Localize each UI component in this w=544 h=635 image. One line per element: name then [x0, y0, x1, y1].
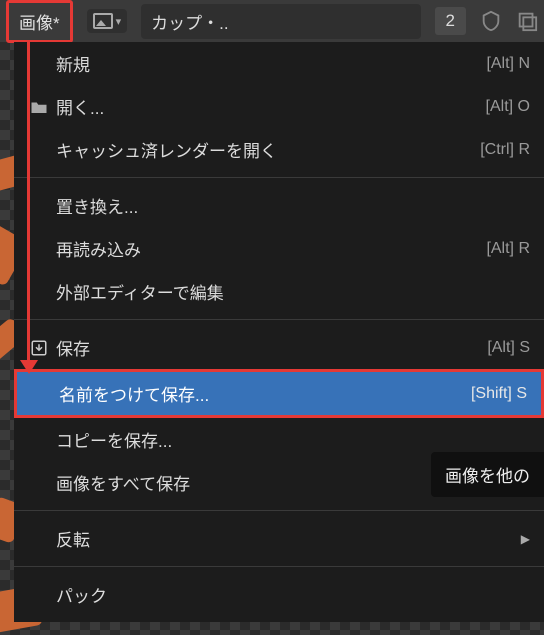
menu-separator	[14, 177, 544, 178]
menu-label: 外部エディターで編集	[54, 279, 530, 304]
user-count-badge: 2	[435, 7, 466, 35]
menu-label: コピーを保存...	[54, 427, 530, 452]
menu-label: 再読み込み	[54, 236, 486, 261]
menu-label: 新規	[54, 51, 486, 76]
menu-separator	[14, 566, 544, 567]
image-name-field[interactable]: カップ・..	[141, 4, 420, 39]
menu-item-replace[interactable]: 置き換え...	[14, 184, 544, 227]
tooltip: 画像を他の	[431, 452, 544, 497]
menu-item-edit-external[interactable]: 外部エディターで編集	[14, 270, 544, 313]
top-toolbar: 画像* ▾ カップ・.. 2	[0, 0, 544, 42]
menu-item-pack[interactable]: パック	[14, 573, 544, 616]
submenu-caret-icon: ▶	[521, 532, 530, 546]
menu-label: 保存	[54, 335, 487, 360]
menu-label: 反転	[54, 526, 511, 551]
image-menu-button[interactable]: 画像*	[6, 0, 73, 43]
menu-shortcut: [Alt] N	[486, 55, 530, 73]
menu-shortcut: [Alt] R	[486, 240, 530, 258]
menu-item-save-as[interactable]: 名前をつけて保存... [Shift] S	[17, 372, 541, 415]
shield-icon[interactable]	[480, 10, 502, 32]
image-icon	[93, 13, 113, 29]
menu-item-new[interactable]: 新規 [Alt] N	[14, 42, 544, 85]
menu-label: パック	[54, 582, 530, 607]
new-image-icon[interactable]	[516, 10, 538, 32]
menu-shortcut: [Alt] S	[487, 339, 530, 357]
menu-item-invert[interactable]: 反転 ▶	[14, 517, 544, 560]
menu-item-open[interactable]: 開く... [Alt] O	[14, 85, 544, 128]
image-type-dropdown[interactable]: ▾	[87, 9, 128, 33]
highlight-save-as: 名前をつけて保存... [Shift] S	[14, 369, 544, 418]
menu-item-open-cached[interactable]: キャッシュ済レンダーを開く [Ctrl] R	[14, 128, 544, 171]
annotation-arrow-line	[27, 42, 30, 368]
menu-shortcut: [Alt] O	[486, 98, 530, 116]
menu-shortcut: [Shift] S	[471, 385, 527, 403]
menu-label: キャッシュ済レンダーを開く	[54, 137, 480, 162]
menu-label: 開く...	[54, 94, 486, 119]
annotation-arrow-head	[20, 360, 38, 374]
image-dropdown-menu: 新規 [Alt] N 開く... [Alt] O キャッシュ済レンダーを開く […	[14, 42, 544, 622]
menu-item-save[interactable]: 保存 [Alt] S	[14, 326, 544, 369]
chevron-down-icon: ▾	[116, 15, 122, 28]
menu-separator	[14, 319, 544, 320]
menu-item-reload[interactable]: 再読み込み [Alt] R	[14, 227, 544, 270]
menu-label: 名前をつけて保存...	[57, 381, 471, 406]
menu-separator	[14, 510, 544, 511]
menu-label: 置き換え...	[54, 193, 530, 218]
menu-shortcut: [Ctrl] R	[480, 141, 530, 159]
